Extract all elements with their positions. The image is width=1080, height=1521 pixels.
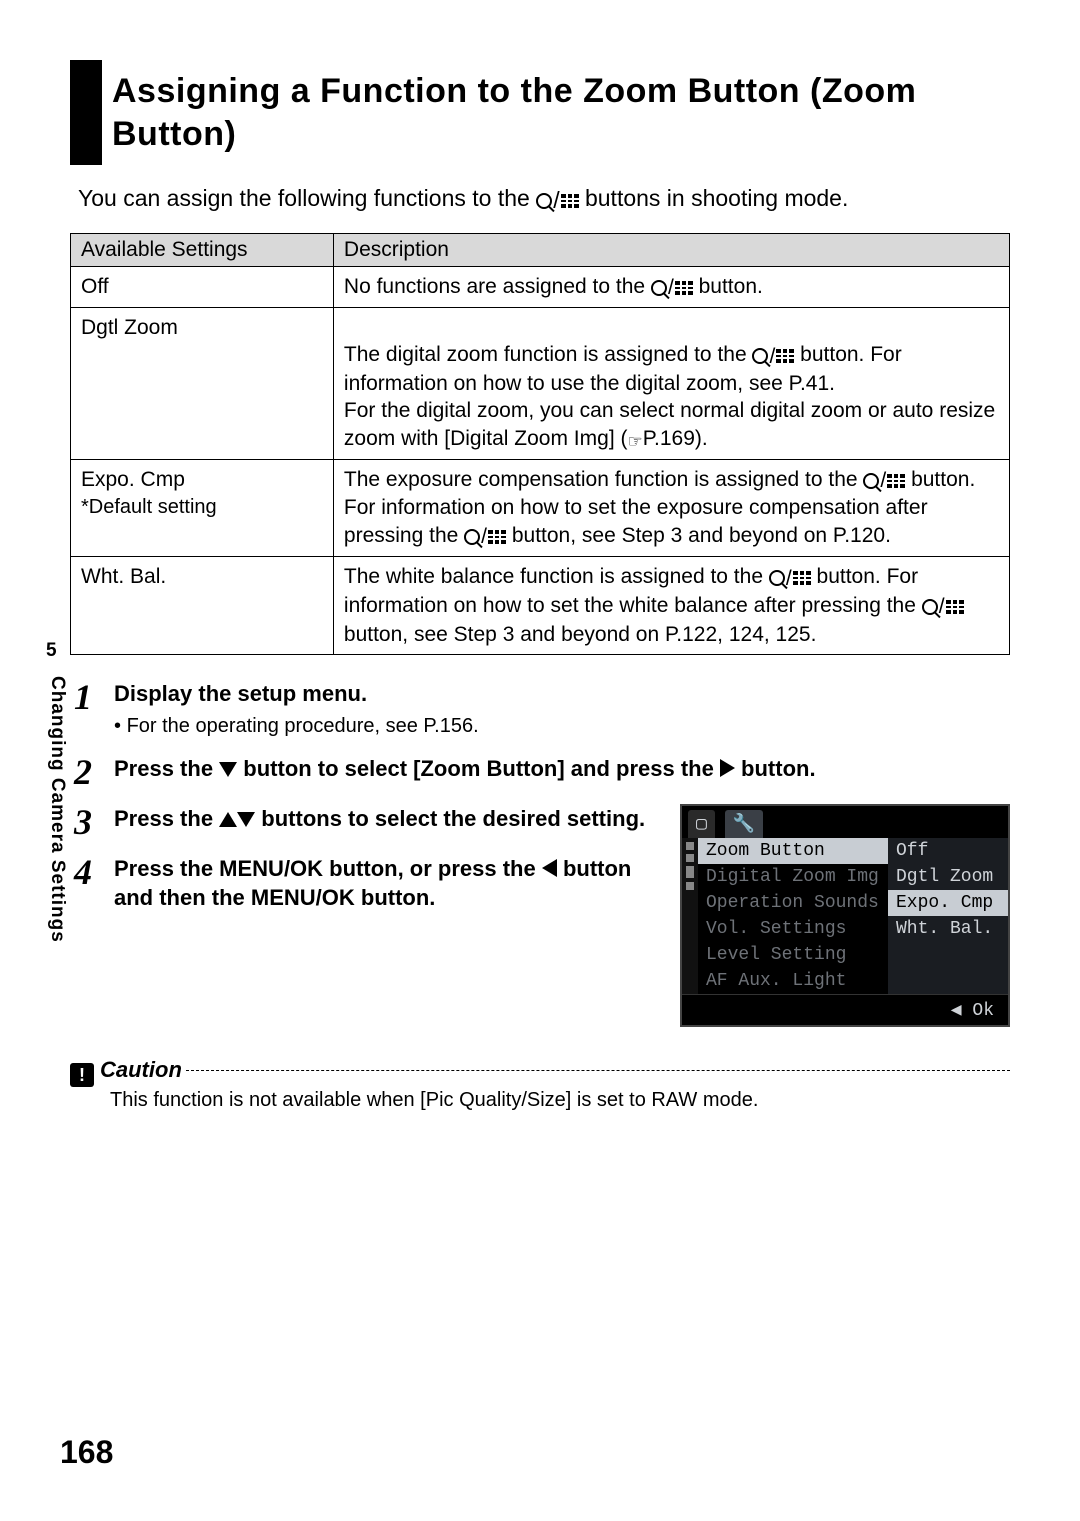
table-header-setting: Available Settings (71, 233, 334, 266)
camera-tab-icon: ▢ (688, 810, 715, 838)
table-header-description: Description (333, 233, 1009, 266)
zoom-buttons-icon: / (922, 593, 964, 620)
step-number: 4 (74, 854, 114, 913)
lcd-option: Expo. Cmp (888, 890, 1008, 916)
lcd-row: Zoom Button Off (698, 838, 1008, 864)
step-title: Display the setup menu. (114, 679, 1010, 709)
step-title: Press the button to select [Zoom Button]… (114, 754, 1010, 790)
step-4: 4 Press the MENU/OK button, or press the… (74, 854, 660, 913)
lcd-menu-item: Level Setting (698, 942, 888, 968)
setting-description: The exposure compensation function is as… (333, 459, 1009, 557)
left-arrow-icon (542, 859, 557, 877)
down-arrow-icon (237, 812, 255, 827)
lcd-row: Digital Zoom Img Dgtl Zoom (698, 864, 1008, 890)
wrench-tab-icon: 🔧 (725, 810, 763, 838)
lcd-menu-item: AF Aux. Light (698, 968, 888, 994)
lcd-option (888, 942, 1008, 968)
step-title: Press the buttons to select the desired … (114, 804, 660, 840)
step-number: 1 (74, 679, 114, 740)
step-3: 3 Press the buttons to select the desire… (74, 804, 660, 840)
reference-icon: ☞ (627, 431, 642, 453)
lcd-row: Level Setting (698, 942, 1008, 968)
zoom-buttons-icon: / (536, 185, 578, 216)
table-row: Expo. Cmp *Default setting The exposure … (71, 459, 1010, 557)
setting-name: Off (71, 266, 334, 308)
lcd-screenshot: ▢ 🔧 Zoom Button Off Digital Zoom Img (680, 804, 1010, 1027)
lcd-menu-item: Digital Zoom Img (698, 864, 888, 890)
lcd-menu-item: Vol. Settings (698, 916, 888, 942)
zoom-buttons-icon: / (651, 274, 693, 301)
zoom-buttons-icon: / (752, 343, 794, 370)
lcd-option: Dgtl Zoom (888, 864, 1008, 890)
step-bullet: For the operating procedure, see P.156. (114, 713, 1010, 740)
lcd-menu-item: Zoom Button (698, 838, 888, 864)
chapter-label: Changing Camera Settings (46, 676, 68, 943)
setting-description: No functions are assigned to the / butto… (333, 266, 1009, 308)
chapter-number: 5 (46, 640, 78, 662)
caution-rule (186, 1070, 1010, 1071)
caution-heading: ! Caution (70, 1057, 1010, 1084)
table-row: Off No functions are assigned to the / b… (71, 266, 1010, 308)
setting-name: Wht. Bal. (71, 557, 334, 655)
settings-table: Available Settings Description Off No fu… (70, 233, 1010, 656)
setting-name: Expo. Cmp *Default setting (71, 459, 334, 557)
title-bar-icon (70, 60, 102, 165)
intro-text: You can assign the following functions t… (78, 183, 1010, 217)
lcd-menu-item: Operation Sounds (698, 890, 888, 916)
up-arrow-icon (219, 812, 237, 827)
down-arrow-icon (219, 762, 237, 777)
section-title: Assigning a Function to the Zoom Button … (70, 60, 1010, 165)
lcd-row: Vol. Settings Wht. Bal. (698, 916, 1008, 942)
lcd-scrollbar (682, 838, 698, 994)
lcd-row: AF Aux. Light (698, 968, 1008, 994)
table-row: Wht. Bal. The white balance function is … (71, 557, 1010, 655)
setting-description: The digital zoom function is assigned to… (333, 308, 1009, 460)
right-arrow-icon (720, 759, 735, 777)
zoom-buttons-icon: / (464, 523, 506, 550)
step-number: 3 (74, 804, 114, 840)
zoom-buttons-icon: / (863, 467, 905, 494)
setting-name: Dgtl Zoom (71, 308, 334, 460)
caution-text: This function is not available when [Pic… (110, 1089, 1010, 1112)
page-number: 168 (60, 1434, 113, 1471)
lcd-option (888, 968, 1008, 994)
sidebar: 5 Changing Camera Settings (46, 640, 78, 1060)
step-number: 2 (74, 754, 114, 790)
step-title: Press the MENU/OK button, or press the b… (114, 854, 660, 913)
lcd-ok-hint: ◀ Ok (682, 994, 1008, 1025)
zoom-buttons-icon: / (769, 565, 811, 592)
lcd-option: Wht. Bal. (888, 916, 1008, 942)
step-2: 2 Press the button to select [Zoom Butto… (74, 754, 1010, 790)
setting-description: The white balance function is assigned t… (333, 557, 1009, 655)
caution-label: Caution (100, 1057, 182, 1083)
default-setting-note: *Default setting (81, 496, 217, 518)
caution-icon: ! (70, 1063, 94, 1087)
lcd-option: Off (888, 838, 1008, 864)
lcd-row: Operation Sounds Expo. Cmp (698, 890, 1008, 916)
table-row: Dgtl Zoom The digital zoom function is a… (71, 308, 1010, 460)
step-1: 1 Display the setup menu. For the operat… (74, 679, 1010, 740)
title-text: Assigning a Function to the Zoom Button … (112, 60, 1010, 165)
